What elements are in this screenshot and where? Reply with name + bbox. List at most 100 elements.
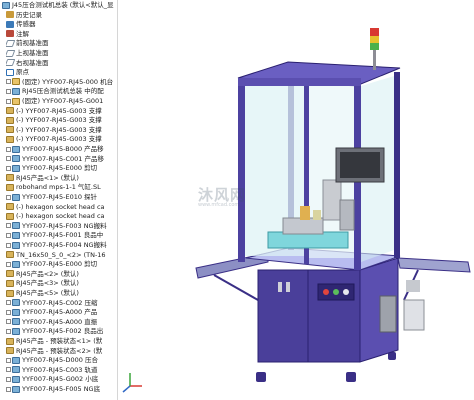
expand-toggle-icon[interactable] — [6, 156, 11, 162]
tree-item[interactable]: (-) YYF007-RJ45-G003 支撑 — [6, 106, 117, 116]
tree-item[interactable]: YYF007-RJ45-C001 产品移 — [6, 154, 117, 164]
tree-item[interactable]: YYF007-RJ45-E000 剪切 — [6, 259, 117, 269]
tree-item[interactable]: (-) hexagon socket head ca — [6, 202, 117, 212]
tree-item[interactable]: RJ45产品<5> (默认) — [6, 288, 117, 298]
tree-item-label: RJ45产品<5> (默认) — [16, 289, 79, 297]
graphics-area[interactable]: 沐风网 www.mfcad.com — [118, 0, 474, 400]
part-icon — [6, 203, 14, 211]
tree-item[interactable]: RJ45产品 - 预装状态<1> (默 — [6, 336, 117, 346]
assembly-icon — [12, 164, 20, 172]
expand-toggle-icon[interactable] — [6, 146, 11, 152]
history-icon — [6, 11, 14, 19]
tree-item-label: (-) YYF007-RJ45-G003 支撑 — [16, 135, 102, 144]
tree-item-label: RJ45压合测试机总装 中的配 — [22, 87, 104, 96]
expand-toggle-icon[interactable] — [6, 98, 11, 104]
tree-item[interactable]: RJ45产品<3> (默认) — [6, 278, 117, 288]
assembly-icon — [12, 375, 20, 383]
tree-item[interactable]: YYF007-RJ45-F005 NG底 — [6, 384, 117, 394]
tree-item-label: 前视基准面 — [16, 39, 49, 48]
tree-item-label: YYF007-RJ45-D000 压合 — [22, 356, 98, 365]
tree-item[interactable]: 原点 — [6, 67, 117, 77]
tree-item[interactable]: RJ45压合测试机总装 中的配 — [6, 86, 117, 96]
fixed-part-icon — [12, 97, 20, 105]
tree-item-label: YYF007-RJ45-C002 压缩 — [22, 298, 98, 307]
tree-item[interactable]: 历史记录 — [6, 10, 117, 20]
fixed-part-icon — [12, 78, 20, 86]
tree-item-label: (固定) YYF007-RJ45-000 机台 — [22, 77, 114, 86]
expand-toggle-icon[interactable] — [6, 319, 11, 325]
tree-item[interactable]: TN_16x50_S_0_<2> (TN-16 — [6, 250, 117, 260]
red-button — [323, 289, 329, 295]
plane-icon — [6, 59, 16, 67]
tree-item[interactable]: RJ45产品<1> (默认) — [6, 173, 117, 183]
expand-toggle-icon[interactable] — [6, 165, 11, 171]
tree-item[interactable]: YYF007-RJ45-F002 良品出 — [6, 326, 117, 336]
expand-toggle-icon[interactable] — [6, 79, 11, 85]
tree-item[interactable]: YYF007-RJ45-G002 小底 — [6, 374, 117, 384]
tree-item[interactable]: YYF007-RJ45-F004 NG搬料 — [6, 240, 117, 250]
tree-item-label: 原点 — [16, 68, 29, 77]
tree-item[interactable]: (-) YYF007-RJ45-G003 支撑 — [6, 115, 117, 125]
feature-tree[interactable]: J45压合测试机总装 (默认<默认_显 历史记录 传感器 注解 前视基准面 上视基准面 右视… — [0, 0, 118, 400]
tree-item[interactable]: 传感器 — [6, 19, 117, 29]
plane-icon — [6, 39, 16, 47]
expand-toggle-icon[interactable] — [6, 300, 11, 306]
tree-item[interactable]: robohand mps-1-1 气缸.SL — [6, 182, 117, 192]
part-icon — [6, 126, 14, 134]
part-icon — [6, 270, 14, 278]
expand-toggle-icon[interactable] — [6, 376, 11, 382]
tree-item-label: RJ45产品 - 预装状态<1> (默 — [16, 337, 103, 345]
tower-light-pole — [373, 50, 376, 70]
tree-item[interactable]: 上视基准面 — [6, 48, 117, 58]
tree-item[interactable]: 前视基准面 — [6, 38, 117, 48]
tower-light-red — [370, 28, 379, 36]
tree-item[interactable]: 右视基准面 — [6, 58, 117, 68]
tree-item[interactable]: (-) YYF007-RJ45-G003 支撑 — [6, 125, 117, 135]
expand-toggle-icon[interactable] — [6, 223, 11, 229]
tree-item[interactable]: YYF007-RJ45-E000 剪切 — [6, 163, 117, 173]
tree-item[interactable]: (-) YYF007-RJ45-G003 支撑 — [6, 134, 117, 144]
expand-toggle-icon[interactable] — [6, 328, 11, 334]
expand-toggle-icon[interactable] — [6, 194, 11, 200]
tree-item[interactable]: RJ45产品 - 预装状态<2> (默 — [6, 346, 117, 356]
expand-toggle-icon[interactable] — [6, 261, 11, 267]
expand-toggle-icon[interactable] — [6, 309, 11, 315]
tower-light-yellow — [370, 36, 379, 43]
tree-item[interactable]: YYF007-RJ45-A000 产品 — [6, 307, 117, 317]
expand-toggle-icon[interactable] — [6, 357, 11, 363]
tree-item-label: YYF007-RJ45-C001 产品移 — [22, 154, 104, 163]
part-icon — [6, 183, 14, 191]
tree-item[interactable]: YYF007-RJ45-C003 轨道 — [6, 365, 117, 375]
tree-item-label: YYF007-RJ45-C003 轨道 — [22, 365, 98, 374]
tree-item[interactable]: (固定) YYF007-RJ45-000 机台 — [6, 77, 117, 87]
tree-item[interactable]: YYF007-RJ45-E010 探针 — [6, 192, 117, 202]
part-icon — [6, 116, 14, 124]
tree-item[interactable]: (固定) YYF007-RJ45-G001 — [6, 96, 117, 106]
assembly-icon — [12, 385, 20, 393]
machine-model[interactable] — [118, 0, 474, 400]
expand-toggle-icon[interactable] — [6, 367, 11, 373]
expand-toggle-icon[interactable] — [6, 242, 11, 248]
expand-toggle-icon[interactable] — [6, 232, 11, 238]
tree-item[interactable]: J45压合测试机总装 (默认<默认_显 — [2, 0, 117, 10]
assembly-icon — [12, 193, 20, 201]
tree-item-label: 传感器 — [16, 20, 36, 29]
tree-item-label: YYF007-RJ45-E010 探针 — [22, 193, 98, 201]
tree-item[interactable]: YYF007-RJ45-C002 压缩 — [6, 298, 117, 308]
lower-cabinet-left-door — [257, 269, 309, 363]
assembly-icon — [12, 299, 20, 307]
tree-item[interactable]: RJ45产品<2> (默认) — [6, 269, 117, 279]
tree-item[interactable]: YYF007-RJ45-B000 产品移 — [6, 144, 117, 154]
side-component-1 — [403, 299, 425, 331]
side-component-2 — [406, 280, 420, 292]
tree-item-label: 注解 — [16, 29, 29, 38]
expand-toggle-icon[interactable] — [6, 88, 11, 94]
tree-item[interactable]: YYF007-RJ45-D000 压合 — [6, 355, 117, 365]
tree-item[interactable]: (-) hexagon socket head ca — [6, 211, 117, 221]
expand-toggle-icon[interactable] — [6, 386, 11, 392]
tree-item[interactable]: YYF007-RJ45-F001 良品中 — [6, 230, 117, 240]
part-icon — [6, 107, 14, 115]
tree-item[interactable]: YYF007-RJ45-A000 直振 — [6, 317, 117, 327]
tree-item[interactable]: 注解 — [6, 29, 117, 39]
tree-item[interactable]: YYF007-RJ45-F003 NG搬料 — [6, 221, 117, 231]
